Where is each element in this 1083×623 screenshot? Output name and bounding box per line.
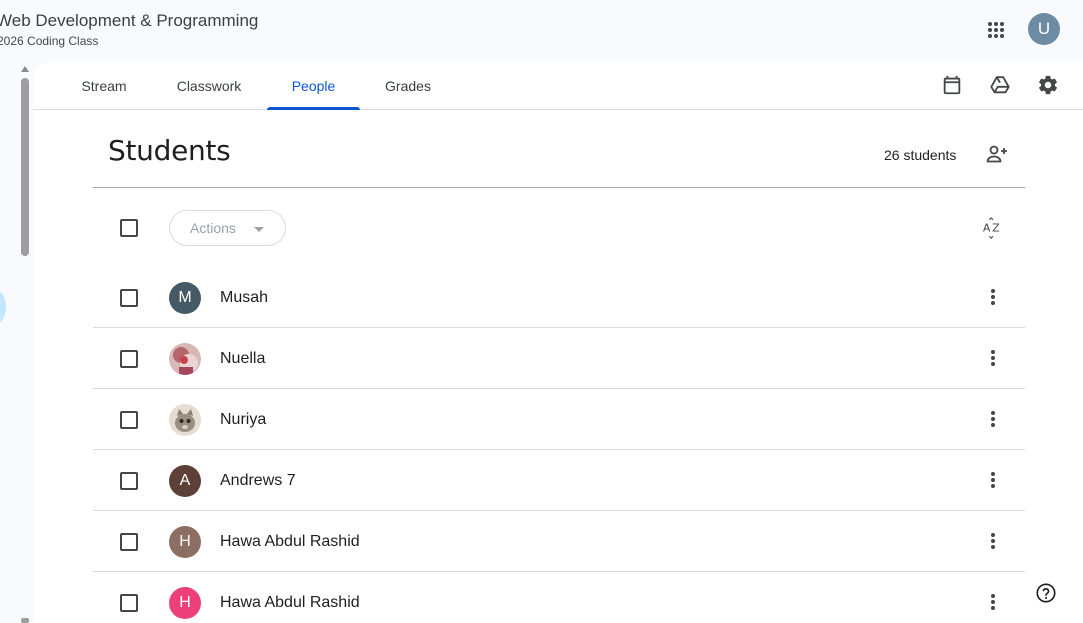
student-name[interactable]: Andrews 7: [220, 472, 296, 490]
tab-stream[interactable]: Stream: [67, 63, 141, 109]
student-more-options-button[interactable]: [977, 342, 1009, 374]
student-name[interactable]: Musah: [220, 289, 268, 307]
student-avatar: H: [169, 587, 201, 619]
student-more-options-button[interactable]: [977, 403, 1009, 435]
student-avatar: M: [169, 282, 201, 314]
student-checkbox[interactable]: [120, 533, 138, 551]
google-drive-icon: [990, 76, 1010, 94]
top-bar: Web Development & Programming 2026 Codin…: [0, 0, 1083, 62]
class-settings-button[interactable]: [1032, 69, 1064, 101]
svg-text:A: A: [983, 222, 991, 235]
sort-button[interactable]: A Z: [977, 212, 1009, 244]
student-name[interactable]: Nuella: [220, 350, 265, 368]
calendar-button[interactable]: [936, 69, 968, 101]
student-row[interactable]: Nuriya: [93, 389, 1025, 450]
student-count: 26 students: [884, 147, 957, 163]
actions-dropdown[interactable]: Actions: [169, 210, 286, 246]
class-subtitle: 2026 Coding Class: [0, 34, 99, 48]
more-vert-icon: [991, 289, 995, 305]
dropdown-arrow-icon: [254, 227, 264, 232]
student-more-options-button[interactable]: [977, 464, 1009, 496]
invite-students-button[interactable]: [981, 138, 1013, 170]
student-row[interactable]: Nuella: [93, 328, 1025, 389]
help-button[interactable]: [1031, 578, 1061, 608]
google-apps-button[interactable]: [981, 15, 1011, 45]
student-more-options-button[interactable]: [977, 281, 1009, 313]
section-divider: [93, 187, 1025, 188]
account-avatar[interactable]: U: [1028, 13, 1060, 45]
student-avatar: H: [169, 526, 201, 558]
class-title[interactable]: Web Development & Programming: [0, 11, 258, 31]
student-row[interactable]: H Hawa Abdul Rashid: [93, 511, 1025, 572]
student-row[interactable]: H Hawa Abdul Rashid: [93, 572, 1025, 623]
help-question-icon: [1036, 583, 1056, 603]
student-row[interactable]: A Andrews 7: [93, 450, 1025, 511]
apps-grid-icon: [988, 22, 1004, 38]
student-name[interactable]: Hawa Abdul Rashid: [220, 533, 360, 551]
student-photo-avatar: [169, 343, 201, 375]
settings-gear-icon: [1039, 75, 1057, 95]
tab-people[interactable]: People: [267, 63, 360, 110]
class-tabs: Stream Classwork People Grades: [33, 63, 1083, 110]
student-avatar: A: [169, 465, 201, 497]
tab-grades[interactable]: Grades: [370, 63, 446, 109]
svg-text:Z: Z: [992, 222, 1000, 235]
student-row[interactable]: M Musah: [93, 267, 1025, 328]
student-checkbox[interactable]: [120, 411, 138, 429]
select-all-checkbox[interactable]: [120, 219, 138, 237]
add-person-icon: [986, 145, 1007, 163]
tab-classwork[interactable]: Classwork: [161, 63, 257, 109]
sort-az-icon: A Z: [983, 217, 1000, 239]
more-vert-icon: [991, 472, 995, 488]
scrollbar-bottom: [21, 618, 29, 623]
student-checkbox[interactable]: [120, 594, 138, 612]
more-vert-icon: [991, 533, 995, 549]
student-checkbox[interactable]: [120, 472, 138, 490]
student-photo-avatar: [169, 404, 201, 436]
student-name[interactable]: Hawa Abdul Rashid: [220, 594, 360, 612]
rail-active-indicator: [0, 289, 6, 325]
scroll-up-arrow-icon[interactable]: [21, 66, 29, 72]
calendar-icon: [943, 75, 961, 95]
more-vert-icon: [991, 594, 995, 610]
student-name[interactable]: Nuriya: [220, 411, 266, 429]
profile-photo-icon: [169, 343, 201, 375]
more-vert-icon: [991, 411, 995, 427]
more-vert-icon: [991, 350, 995, 366]
actions-label: Actions: [190, 220, 236, 236]
drive-folder-button[interactable]: [984, 69, 1016, 101]
student-checkbox[interactable]: [120, 350, 138, 368]
scrollbar-thumb[interactable]: [21, 78, 29, 256]
profile-photo-icon: [169, 404, 201, 436]
students-heading: Students: [108, 134, 231, 167]
student-more-options-button[interactable]: [977, 525, 1009, 557]
student-checkbox[interactable]: [120, 289, 138, 307]
student-more-options-button[interactable]: [977, 586, 1009, 618]
